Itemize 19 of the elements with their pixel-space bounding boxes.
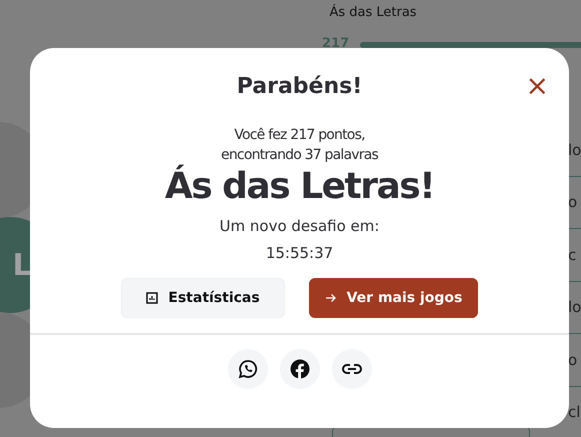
share-button[interactable] bbox=[228, 349, 268, 389]
statistics-button[interactable]: Estatísticas bbox=[121, 278, 285, 318]
score: 217 bbox=[322, 36, 350, 51]
dialog-title: Parabéns! bbox=[236, 74, 362, 99]
facebook-icon bbox=[290, 359, 310, 379]
chart-icon bbox=[146, 292, 158, 304]
summary-text: encontrando 37 palavras bbox=[221, 146, 378, 165]
countdown-timer: 15:55:37 bbox=[266, 244, 334, 262]
rank-title: Ás das Letras! bbox=[164, 165, 434, 209]
share-button[interactable] bbox=[332, 349, 372, 389]
game-title: Ás das Letras bbox=[328, 5, 418, 20]
whatsapp-icon bbox=[238, 359, 258, 379]
close-button[interactable]: × bbox=[522, 72, 553, 100]
summary-text: Você fez 217 pontos, bbox=[234, 126, 365, 145]
countdown-label: Um novo desafio em: bbox=[220, 217, 380, 235]
link-icon bbox=[342, 363, 362, 375]
more-games-button[interactable]: Ver mais jogos bbox=[309, 278, 478, 318]
share-button[interactable] bbox=[280, 349, 320, 389]
arrow-right-icon bbox=[324, 292, 337, 304]
